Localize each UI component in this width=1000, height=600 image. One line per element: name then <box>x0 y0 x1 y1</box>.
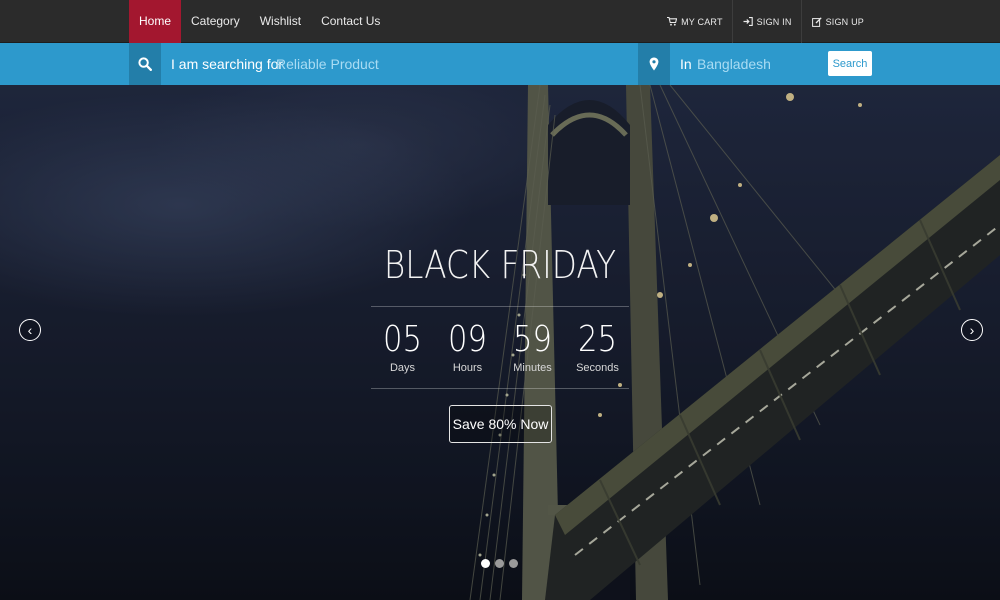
location-input[interactable] <box>691 51 816 77</box>
hero-slider: BLACK FRIDAY 05 Days 09 Hours 59 Minutes… <box>0 85 1000 600</box>
countdown-seconds: 25 Seconds <box>565 319 630 381</box>
countdown-minutes: 59 Minutes <box>500 319 565 381</box>
divider-top <box>371 306 629 307</box>
chevron-left-icon: ‹ <box>27 322 33 338</box>
countdown-seconds-label: Seconds <box>576 362 619 374</box>
countdown-seconds-value: 25 <box>578 319 617 360</box>
nav-item-home[interactable]: Home <box>129 0 182 43</box>
sign-in-label: SIGN IN <box>756 16 792 27</box>
next-slide-button[interactable]: › <box>961 319 983 341</box>
chevron-right-icon: › <box>969 322 975 338</box>
prev-slide-button[interactable]: ‹ <box>19 319 41 341</box>
countdown-minutes-value: 59 <box>513 319 552 360</box>
search-input[interactable] <box>270 51 630 77</box>
edit-icon <box>811 16 822 27</box>
countdown-hours-label: Hours <box>452 362 483 374</box>
countdown-hours: 09 Hours <box>435 319 500 381</box>
slide-dot-3[interactable] <box>509 559 518 568</box>
location-icon-box <box>638 43 670 85</box>
sign-in-icon <box>743 17 753 26</box>
countdown-days-value: 05 <box>383 319 422 360</box>
search-icon <box>138 57 152 71</box>
slider-pagination <box>481 559 523 568</box>
map-marker-icon <box>649 57 659 71</box>
countdown-timer: 05 Days 09 Hours 59 Minutes 25 Seconds <box>370 319 630 381</box>
search-label: I am searching for <box>171 56 284 72</box>
divider-bottom <box>371 388 629 389</box>
nav-item-wishlist[interactable]: Wishlist <box>250 0 311 43</box>
hero-title: BLACK FRIDAY <box>383 243 617 287</box>
nav-item-category[interactable]: Category <box>181 0 250 43</box>
countdown-days: 05 Days <box>370 319 435 381</box>
cart-icon <box>667 17 678 26</box>
my-cart-label: MY CART <box>681 16 723 27</box>
top-navbar: Home Category Wishlist Contact Us MY CAR… <box>0 0 1000 43</box>
slide-dot-2[interactable] <box>495 559 504 568</box>
countdown-minutes-label: Minutes <box>513 362 552 374</box>
search-icon-box[interactable] <box>129 43 161 85</box>
save-now-button[interactable]: Save 80% Now <box>449 405 552 443</box>
account-nav: MY CART SIGN IN SIGN UP <box>657 0 873 43</box>
countdown-hours-value: 09 <box>448 319 487 360</box>
countdown-days-label: Days <box>389 362 416 374</box>
location-label: In <box>680 56 692 72</box>
slide-dot-1[interactable] <box>481 559 490 568</box>
search-bar: I am searching for In Search <box>0 43 1000 85</box>
sign-in-link[interactable]: SIGN IN <box>731 0 801 43</box>
search-button[interactable]: Search <box>828 51 872 76</box>
my-cart-link[interactable]: MY CART <box>657 0 732 43</box>
main-nav: Home Category Wishlist Contact Us <box>129 0 390 43</box>
sign-up-label: SIGN UP <box>825 16 864 27</box>
sign-up-link[interactable]: SIGN UP <box>800 0 873 43</box>
nav-item-contact-us[interactable]: Contact Us <box>311 0 390 43</box>
